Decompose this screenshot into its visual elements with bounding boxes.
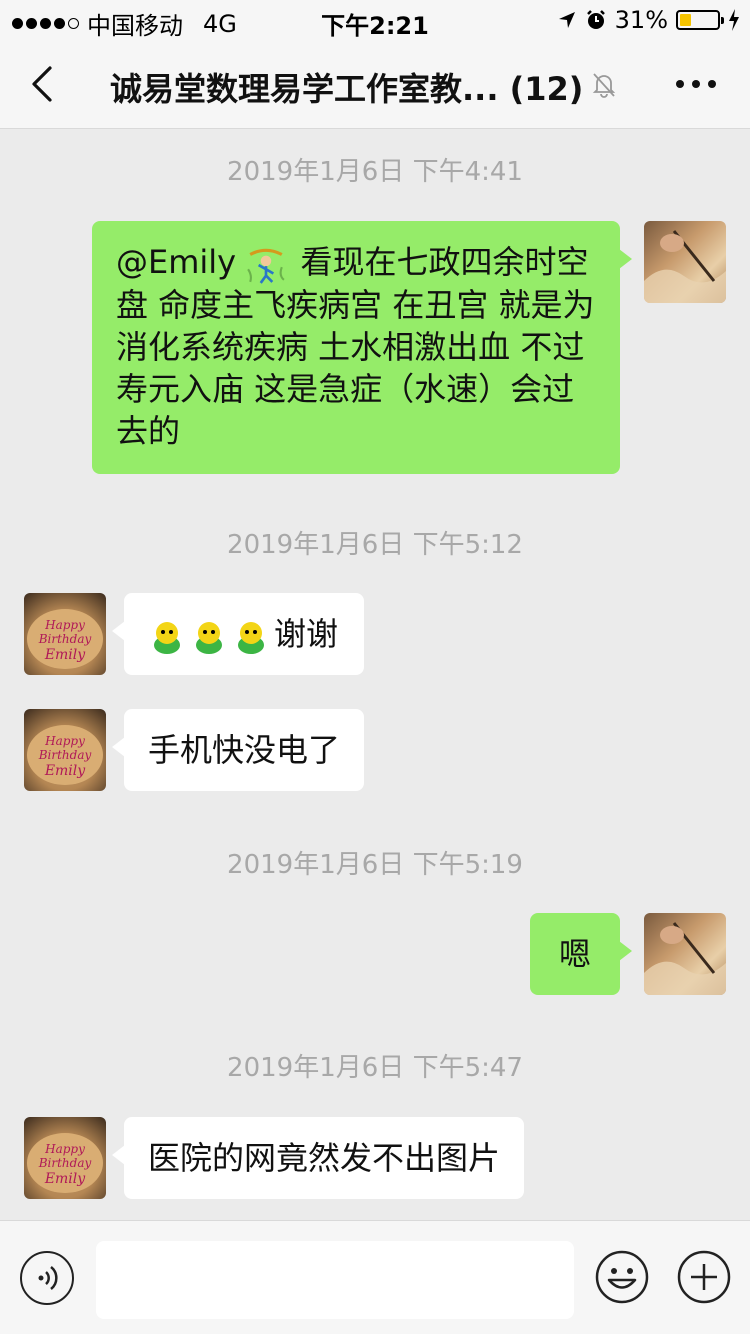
chevron-left-icon bbox=[32, 66, 52, 102]
self-avatar[interactable] bbox=[644, 221, 726, 303]
message-text: 医院的网竟然发不出图片 bbox=[148, 1139, 501, 1177]
wechat-group-chat-screen: 中国移动 4G 下午2:21 31% 诚易堂数理易学工作室教... (12) 2… bbox=[0, 0, 750, 1334]
message-input[interactable] bbox=[96, 1241, 574, 1319]
emoji-button[interactable] bbox=[594, 1249, 650, 1305]
message-timestamp: 2019年1月6日 下午4:41 bbox=[227, 157, 523, 187]
charging-bolt-icon bbox=[729, 9, 739, 31]
emily-avatar[interactable]: Happy Birthday Emily bbox=[24, 1117, 106, 1199]
incoming-message-bubble[interactable]: 医院的网竟然发不出图片 bbox=[111, 1117, 525, 1199]
svg-text:Birthday: Birthday bbox=[38, 748, 92, 762]
plus-circle-icon bbox=[677, 1250, 731, 1304]
more-functions-button[interactable] bbox=[676, 1249, 732, 1305]
status-right: 31% bbox=[557, 6, 740, 34]
outgoing-message-bubble[interactable]: 嗯 bbox=[530, 913, 632, 995]
battery-percent: 31% bbox=[614, 6, 668, 34]
dancing-figure-emoji-icon bbox=[247, 248, 285, 284]
voice-input-button[interactable] bbox=[20, 1251, 74, 1305]
message-timestamp: 2019年1月6日 下午5:19 bbox=[227, 850, 523, 880]
more-options-button[interactable] bbox=[676, 72, 720, 96]
mute-bell-icon bbox=[590, 70, 618, 98]
svg-text:Happy: Happy bbox=[44, 618, 85, 632]
frog-emoji-icon bbox=[154, 622, 180, 654]
svg-text:Happy: Happy bbox=[44, 1142, 85, 1156]
navigation-bar: 诚易堂数理易学工作室教... (12) bbox=[0, 40, 750, 129]
message-text: 手机快没电了 bbox=[148, 731, 341, 769]
svg-text:Emily: Emily bbox=[44, 647, 86, 663]
svg-text:Birthday: Birthday bbox=[38, 1156, 92, 1170]
mention-text: @Emily bbox=[116, 243, 237, 281]
message-text: 谢谢 bbox=[274, 615, 339, 653]
frog-emoji-icon bbox=[196, 622, 222, 654]
input-bar bbox=[0, 1220, 750, 1334]
message-timestamp: 2019年1月6日 下午5:47 bbox=[227, 1053, 523, 1083]
message-list[interactable]: 2019年1月6日 下午4:41 @Emily 看现在七政四余时空盘 命度主飞疾… bbox=[0, 129, 750, 1220]
emily-avatar[interactable]: Happy Birthday Emily bbox=[24, 593, 106, 675]
incoming-message-bubble[interactable]: 手机快没电了 bbox=[111, 709, 365, 791]
frog-emoji-icon bbox=[238, 622, 264, 654]
incoming-message-bubble[interactable]: 谢谢 bbox=[111, 593, 365, 675]
status-bar: 中国移动 4G 下午2:21 31% bbox=[0, 0, 750, 40]
svg-text:Birthday: Birthday bbox=[38, 632, 92, 646]
alarm-clock-icon bbox=[586, 10, 605, 29]
emily-avatar[interactable]: Happy Birthday Emily bbox=[24, 709, 106, 791]
chat-title: 诚易堂数理易学工作室教... (12) bbox=[110, 70, 584, 108]
outgoing-message-bubble[interactable]: @Emily 看现在七政四余时空盘 命度主飞疾病宫 在丑宫 就是为消化系统疾病 … bbox=[92, 221, 632, 474]
location-arrow-icon bbox=[558, 12, 575, 28]
voice-waves-icon bbox=[38, 1266, 58, 1290]
battery-icon bbox=[676, 10, 724, 30]
smiley-face-icon bbox=[595, 1250, 649, 1304]
svg-text:Emily: Emily bbox=[44, 1171, 86, 1187]
message-timestamp: 2019年1月6日 下午5:12 bbox=[227, 530, 523, 560]
message-text: 嗯 bbox=[558, 935, 591, 973]
back-button[interactable] bbox=[22, 62, 66, 106]
self-avatar[interactable] bbox=[644, 913, 726, 995]
svg-text:Happy: Happy bbox=[44, 734, 85, 748]
svg-text:Emily: Emily bbox=[44, 763, 86, 779]
